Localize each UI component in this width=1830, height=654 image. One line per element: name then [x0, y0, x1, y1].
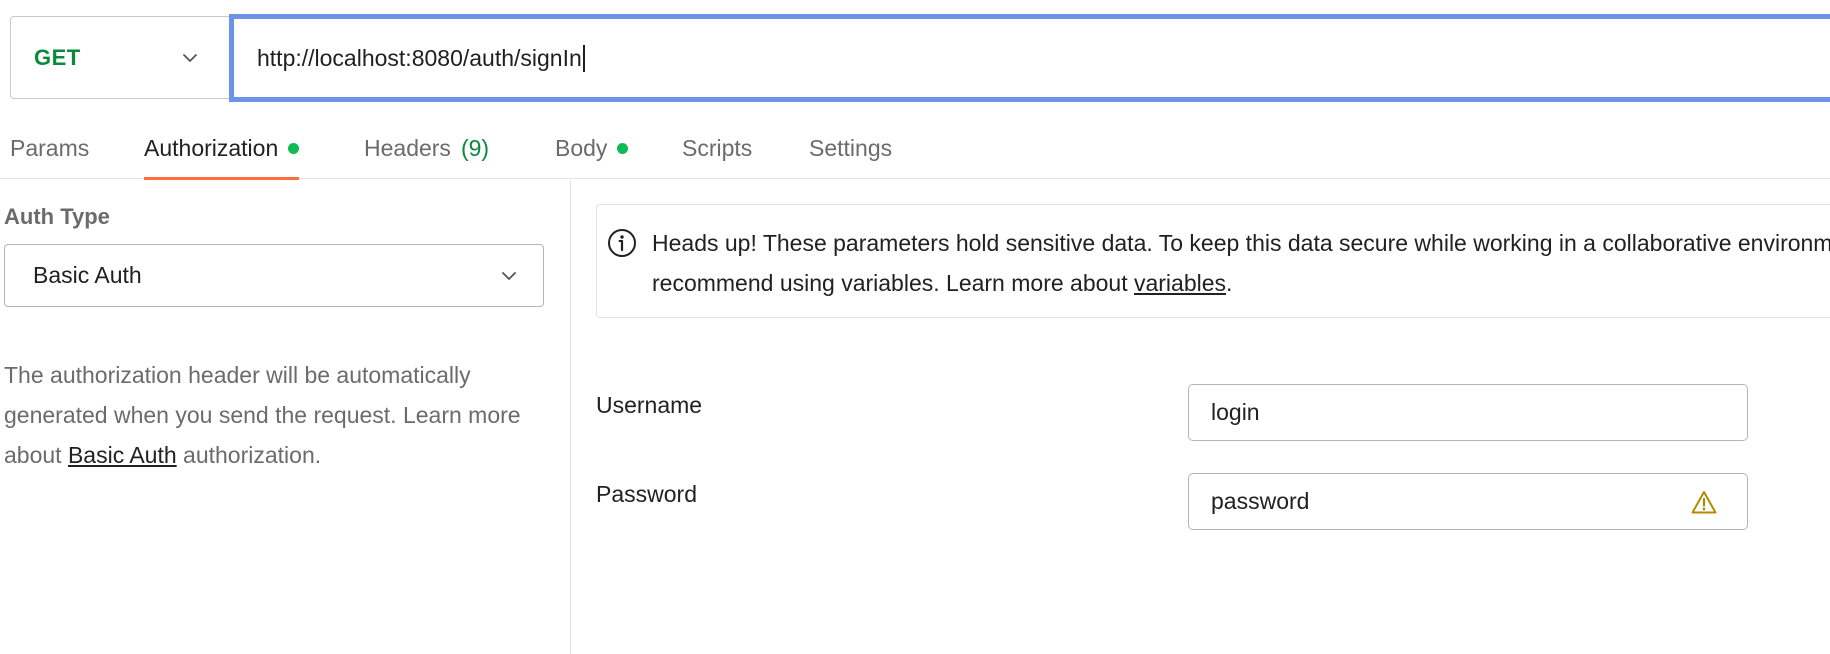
- chevron-down-icon: [499, 266, 519, 286]
- notice-text-end: .: [1226, 270, 1233, 296]
- variables-link[interactable]: variables: [1134, 270, 1226, 296]
- url-input[interactable]: http://localhost:8080/auth/signIn: [229, 14, 1830, 102]
- tab-label: Scripts: [682, 135, 753, 161]
- auth-description: The authorization header will be automat…: [4, 355, 544, 475]
- modified-indicator-dot: [288, 143, 300, 154]
- auth-desc-text-end: authorization.: [176, 442, 322, 468]
- username-field[interactable]: login: [1188, 384, 1748, 441]
- auth-type-value: Basic Auth: [33, 262, 142, 288]
- tab-authorization[interactable]: Authorization: [144, 118, 300, 180]
- info-circle-icon: [606, 227, 638, 259]
- tab-label: Settings: [809, 135, 893, 161]
- chevron-down-icon: [180, 48, 200, 68]
- tab-label: Headers: [364, 135, 451, 161]
- tab-label: Authorization: [144, 135, 279, 161]
- basic-auth-link[interactable]: Basic Auth: [68, 442, 177, 468]
- password-field[interactable]: password: [1188, 473, 1748, 530]
- password-label: Password: [596, 481, 697, 507]
- tab-label: Body: [555, 135, 608, 161]
- method-label: GET: [34, 44, 81, 70]
- auth-type-select[interactable]: Basic Auth: [4, 244, 544, 307]
- tab-label: Params: [10, 135, 90, 161]
- tab-headers[interactable]: Headers (9): [364, 118, 489, 179]
- auth-type-label: Auth Type: [4, 204, 110, 229]
- text-caret: [582, 44, 585, 72]
- tab-body[interactable]: Body: [555, 118, 629, 179]
- notice-text: Heads up! These parameters hold sensitiv…: [652, 223, 1830, 303]
- password-value: password: [1211, 488, 1310, 514]
- headers-count: (9): [460, 135, 490, 161]
- request-tabs: Params Authorization Headers (9) Body Sc…: [0, 118, 1830, 180]
- modified-indicator-dot: [617, 143, 629, 154]
- sensitive-data-notice: Heads up! These parameters hold sensitiv…: [596, 204, 1830, 318]
- notice-text-body: Heads up! These parameters hold sensitiv…: [652, 230, 1830, 296]
- username-label: Username: [596, 392, 703, 418]
- tab-settings[interactable]: Settings: [809, 118, 892, 179]
- warning-triangle-icon[interactable]: [1691, 490, 1717, 515]
- username-value: login: [1211, 399, 1260, 425]
- tab-scripts[interactable]: Scripts: [682, 118, 752, 179]
- method-select[interactable]: GET: [10, 16, 230, 99]
- panel-divider: [570, 180, 571, 654]
- url-text: http://localhost:8080/auth/signIn: [257, 44, 582, 71]
- tab-params[interactable]: Params: [10, 118, 89, 179]
